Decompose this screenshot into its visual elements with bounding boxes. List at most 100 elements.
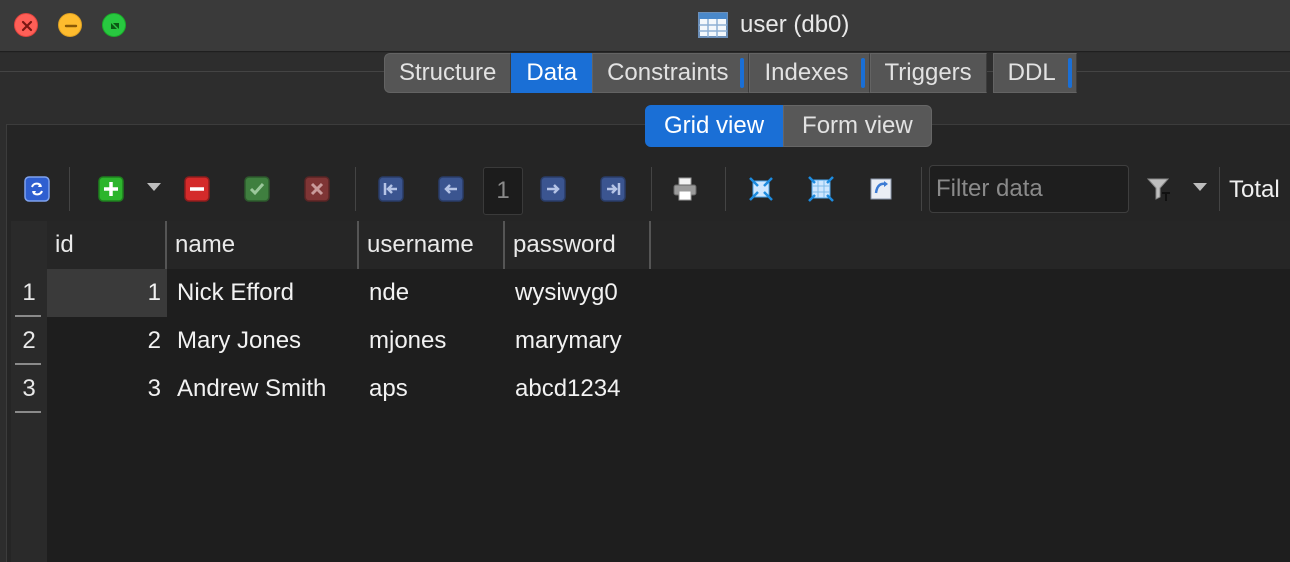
- previous-page-button[interactable]: [437, 175, 465, 203]
- column-header-name[interactable]: name: [167, 221, 359, 269]
- table-icon: [698, 12, 728, 38]
- table-row[interactable]: 2 Mary Jones mjones marymary: [47, 317, 651, 365]
- divider: [860, 58, 865, 88]
- tab-constraints[interactable]: Constraints: [592, 53, 750, 93]
- total-label: Total: [1229, 176, 1280, 203]
- tab-label: Data: [526, 59, 578, 86]
- tab-triggers[interactable]: Triggers: [869, 53, 987, 93]
- previous-page-icon: [438, 176, 464, 202]
- export-icon: [870, 178, 892, 200]
- cell-id[interactable]: 2: [47, 317, 167, 365]
- close-window-button[interactable]: [14, 13, 38, 37]
- filter-button[interactable]: [1145, 175, 1173, 203]
- divider: [15, 411, 41, 413]
- minimize-window-button[interactable]: [58, 13, 82, 37]
- row-header-gutter: 1 2 3: [11, 221, 47, 562]
- insert-row-icon: [98, 176, 124, 202]
- zoom-icon: [111, 23, 119, 29]
- view-switcher: Grid view Form view: [645, 105, 932, 147]
- cell-id[interactable]: 1: [47, 269, 167, 317]
- row-number[interactable]: 2: [11, 317, 47, 365]
- toolbar-divider: [651, 167, 652, 211]
- filter-dropdown-caret[interactable]: [1193, 183, 1207, 191]
- fit-columns-all-button[interactable]: [807, 175, 835, 203]
- insert-dropdown-caret[interactable]: [147, 183, 161, 191]
- cell-name[interactable]: Andrew Smith: [167, 365, 359, 413]
- fit-columns-button[interactable]: [747, 175, 775, 203]
- filter-icon: [1146, 178, 1170, 201]
- data-toolbar: 1 Filter data Total: [7, 159, 1290, 217]
- rollback-icon: [304, 176, 330, 202]
- tab-structure[interactable]: Structure: [384, 53, 512, 93]
- tab-ddl[interactable]: DDL: [992, 53, 1077, 93]
- last-page-button[interactable]: [599, 175, 627, 203]
- print-icon: [673, 177, 697, 201]
- minimize-icon: [64, 24, 78, 28]
- export-button[interactable]: [867, 175, 895, 203]
- data-panel: Grid view Form view 1 Filter data Total …: [6, 105, 1290, 562]
- filter-data-input[interactable]: [929, 165, 1129, 213]
- toolbar-divider: [1219, 167, 1220, 211]
- row-number[interactable]: 3: [11, 365, 47, 413]
- cell-name[interactable]: Mary Jones: [167, 317, 359, 365]
- title-bar: user (db0): [0, 0, 1290, 52]
- fit-columns-icon: [749, 177, 773, 201]
- toolbar-divider: [921, 167, 922, 211]
- cell-password[interactable]: abcd1234: [505, 365, 651, 413]
- page-number-field[interactable]: 1: [483, 167, 523, 215]
- tab-label: Triggers: [884, 59, 972, 86]
- editor-tabs: Structure Data Constraints Indexes Trigg…: [384, 53, 1077, 93]
- first-page-icon: [378, 176, 404, 202]
- cell-password[interactable]: marymary: [505, 317, 651, 365]
- column-header-password[interactable]: password: [505, 221, 651, 269]
- row-number-label: 3: [22, 375, 36, 402]
- rollback-button[interactable]: [303, 175, 331, 203]
- column-header-row: id name username password: [47, 221, 1290, 269]
- row-number-label: 2: [22, 327, 36, 354]
- window-title: user (db0): [698, 10, 849, 40]
- window-title-text: user (db0): [740, 11, 850, 38]
- next-page-button[interactable]: [539, 175, 567, 203]
- cell-password[interactable]: wysiwyg0: [505, 269, 651, 317]
- toolbar-divider: [725, 167, 726, 211]
- next-page-icon: [540, 176, 566, 202]
- tab-label: Constraints: [607, 59, 729, 86]
- tab-indexes[interactable]: Indexes: [749, 53, 870, 93]
- cell-name[interactable]: Nick Efford: [167, 269, 359, 317]
- divider: [740, 58, 745, 88]
- first-page-button[interactable]: [377, 175, 405, 203]
- tab-label: Structure: [399, 59, 497, 86]
- delete-row-icon: [184, 176, 210, 202]
- column-header-id[interactable]: id: [47, 221, 167, 269]
- editor-area: Structure Data Constraints Indexes Trigg…: [0, 53, 1290, 562]
- fit-columns-all-icon: [808, 176, 834, 202]
- divider: [1067, 58, 1072, 88]
- delete-row-button[interactable]: [183, 175, 211, 203]
- cell-username[interactable]: mjones: [359, 317, 505, 365]
- tab-label: DDL: [1007, 59, 1056, 86]
- print-button[interactable]: [671, 175, 699, 203]
- last-page-icon: [600, 176, 626, 202]
- cell-id[interactable]: 3: [47, 365, 167, 413]
- refresh-button[interactable]: [23, 175, 51, 203]
- tab-label: Indexes: [764, 59, 849, 86]
- refresh-icon: [24, 176, 50, 202]
- data-grid[interactable]: 1 2 3 id name username password 1 Nick E…: [11, 221, 1290, 562]
- commit-icon: [244, 176, 270, 202]
- row-number-label: 1: [22, 279, 36, 306]
- column-header-username[interactable]: username: [359, 221, 505, 269]
- form-view-button[interactable]: Form view: [783, 105, 932, 147]
- toolbar-divider: [355, 167, 356, 211]
- grid-view-button[interactable]: Grid view: [645, 105, 784, 147]
- table-row[interactable]: 1 Nick Efford nde wysiwyg0: [47, 269, 651, 317]
- zoom-window-button[interactable]: [102, 13, 126, 37]
- commit-button[interactable]: [243, 175, 271, 203]
- row-number[interactable]: 1: [11, 269, 47, 317]
- tab-data[interactable]: Data: [511, 53, 593, 93]
- toolbar-divider: [69, 167, 70, 211]
- cell-username[interactable]: nde: [359, 269, 505, 317]
- table-row[interactable]: 3 Andrew Smith aps abcd1234: [47, 365, 651, 413]
- cell-username[interactable]: aps: [359, 365, 505, 413]
- insert-row-button[interactable]: [97, 175, 125, 203]
- close-icon: [21, 20, 33, 32]
